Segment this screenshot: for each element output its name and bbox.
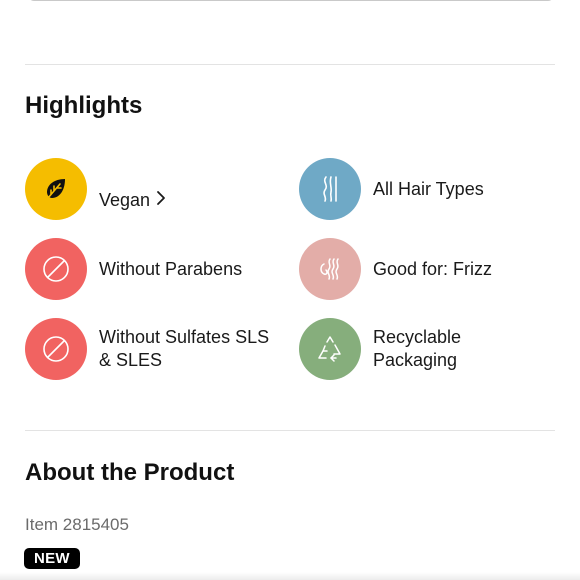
- section-divider-top: [25, 64, 555, 65]
- leaf-icon: [25, 158, 87, 220]
- section-divider-bottom: [25, 430, 555, 431]
- highlight-without-parabens: Without Parabens: [25, 238, 242, 300]
- highlight-recyclable-packaging: Recyclable Packaging: [299, 318, 461, 380]
- item-number: Item 2815405: [25, 515, 129, 534]
- previous-section-card-edge: [28, 0, 554, 1]
- highlights-title: Highlights: [25, 92, 143, 119]
- highlight-vegan[interactable]: Vegan: [25, 158, 166, 220]
- chevron-right-icon: [156, 189, 166, 212]
- prohibited-icon: [25, 238, 87, 300]
- vegan-label-text: Vegan: [99, 189, 151, 210]
- highlight-without-sulfates-label: Without Sulfates SLS & SLES: [99, 327, 270, 370]
- highlight-all-hair-types: All Hair Types: [299, 158, 484, 220]
- recycle-icon: [299, 318, 361, 380]
- highlight-good-for-frizz: Good for: Frizz: [299, 238, 492, 300]
- highlight-vegan-label[interactable]: Vegan: [99, 166, 166, 213]
- highlight-good-for-frizz-label: Good for: Frizz: [373, 258, 493, 279]
- about-product-title: About the Product: [25, 459, 235, 486]
- highlight-recyclable-packaging-label: Recyclable Packaging: [373, 327, 462, 370]
- new-badge: NEW: [24, 548, 80, 569]
- prohibited-icon: [25, 318, 87, 380]
- frizz-hair-icon: [299, 238, 361, 300]
- highlight-without-sulfates: Without Sulfates SLS & SLES: [25, 318, 269, 380]
- highlight-all-hair-types-label: All Hair Types: [373, 178, 484, 199]
- bottom-scroll-shadow: [0, 572, 580, 580]
- highlight-without-parabens-label: Without Parabens: [99, 258, 243, 279]
- hair-strands-icon: [299, 158, 361, 220]
